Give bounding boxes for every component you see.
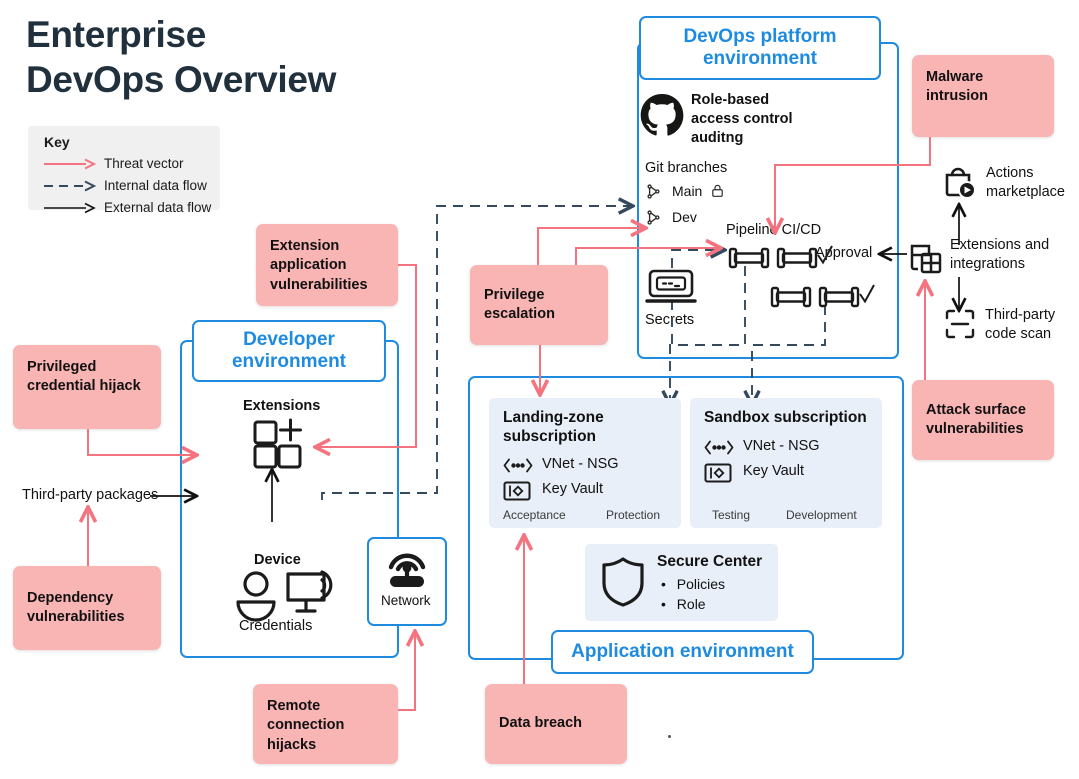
- landing-zone-subscription-card: Landing-zone subscription VNet - NSG Key…: [489, 398, 681, 528]
- sandbox-footer-development: Development: [786, 508, 857, 522]
- landing-zone-keyvault-label: Key Vault: [542, 481, 603, 497]
- landing-zone-footer-acceptance: Acceptance: [503, 508, 566, 522]
- threat-vector-line-icon: [44, 158, 97, 170]
- diagram-canvas: Enterprise DevOps Overview Key Threat ve…: [0, 0, 1079, 779]
- sandbox-subscription-card: Sandbox subscription VNet - NSG Key Vaul…: [690, 398, 882, 528]
- key-item-external-data-flow: External data flow: [44, 200, 211, 215]
- vnet-icon: [704, 440, 734, 455]
- sandbox-keyvault-label: Key Vault: [743, 463, 804, 479]
- pipeline-stage-icon: [818, 286, 860, 308]
- extensions-grid-icon: [908, 240, 944, 276]
- sandbox-title: Sandbox subscription: [704, 409, 867, 426]
- marketplace-bag-icon: [941, 164, 977, 200]
- pipeline-stage-row-1: [726, 243, 886, 273]
- sandbox-vnet-label: VNet - NSG: [743, 438, 820, 454]
- pipeline-stage-icon: [776, 247, 818, 269]
- extensions-integrations-label: Extensions and integrations: [950, 237, 1050, 272]
- secure-center-title: Secure Center: [657, 553, 763, 570]
- pipeline-stage-row-2: [768, 282, 898, 312]
- page-title-line1: Enterprise: [26, 14, 207, 55]
- key-legend: Key Threat vector Internal data flow Ext…: [28, 126, 220, 215]
- threat-attack-surface-vulnerabilities: Attack surface vulnerabilities: [912, 380, 1054, 460]
- threat-remote-connection-hijacks: Remote connection hijacks: [253, 684, 398, 764]
- code-scan-icon: [944, 308, 976, 340]
- user-icon: [234, 570, 278, 622]
- key-vault-icon: [704, 463, 732, 483]
- key-item-internal-data-flow: Internal data flow: [44, 178, 207, 193]
- stray-dot: [668, 735, 671, 738]
- vnet-icon: [503, 458, 533, 473]
- application-environment-label: Application environment: [551, 630, 814, 674]
- bullet-dot: •: [661, 596, 666, 612]
- key-item-label: Threat vector: [104, 156, 184, 171]
- threat-privileged-credential-hijack: Privileged credential hijack: [13, 345, 161, 429]
- page-title-line2: DevOps Overview: [26, 59, 337, 101]
- key-vault-icon: [503, 481, 531, 501]
- third-party-code-scan-label: Third-party code scan: [985, 307, 1056, 342]
- monitor-wifi-icon: [282, 566, 342, 620]
- threat-malware-intrusion: Malware intrusion: [912, 55, 1054, 137]
- threat-data-breach: Data breach: [485, 684, 627, 764]
- approval-check-icon: [859, 284, 875, 304]
- devops-platform-environment-label: DevOps platform environment: [639, 16, 881, 80]
- pipeline-stage-icon: [728, 247, 770, 269]
- network-label: Network: [381, 593, 431, 608]
- actions-marketplace-label: Actions marketplace: [986, 165, 1065, 200]
- threat-extension-application-vulnerabilities: Extension application vulnerabilities: [256, 224, 398, 306]
- secure-center-bullet-policies: • Policies: [661, 576, 726, 592]
- key-heading: Key: [44, 134, 70, 150]
- landing-zone-vnet-label: VNet - NSG: [542, 456, 619, 472]
- external-flow-line-icon: [44, 202, 96, 214]
- secrets-terminal-icon: [645, 268, 697, 308]
- extensions-puzzle-icon: [252, 418, 308, 470]
- threat-privilege-escalation: Privilege escalation: [470, 265, 608, 345]
- landing-zone-footer-protection: Protection: [606, 508, 661, 522]
- key-item-threat-vector: Threat vector: [44, 156, 184, 171]
- page-title: Enterprise DevOps Overview: [26, 12, 446, 102]
- network-antenna-icon: [381, 547, 433, 591]
- threat-dependency-vulnerabilities: Dependency vulnerabilities: [13, 566, 161, 650]
- secure-center-card: Secure Center • Policies • Role: [585, 544, 778, 621]
- approval-check-icon: [817, 245, 833, 265]
- internal-flow-line-icon: [44, 180, 97, 192]
- key-item-label: External data flow: [104, 200, 212, 215]
- bullet-dot: •: [661, 576, 666, 592]
- developer-environment-label: Developer environment: [192, 320, 386, 382]
- pipeline-stage-icon: [770, 286, 812, 308]
- secure-center-bullet-role: • Role: [661, 596, 706, 612]
- landing-zone-title: Landing-zone subscription: [503, 409, 604, 446]
- network-node: Network: [367, 537, 447, 626]
- sandbox-footer-testing: Testing: [712, 508, 751, 522]
- third-party-packages-label: Third-party packages: [22, 487, 159, 503]
- key-item-label: Internal data flow: [104, 178, 207, 193]
- shield-icon: [599, 556, 647, 608]
